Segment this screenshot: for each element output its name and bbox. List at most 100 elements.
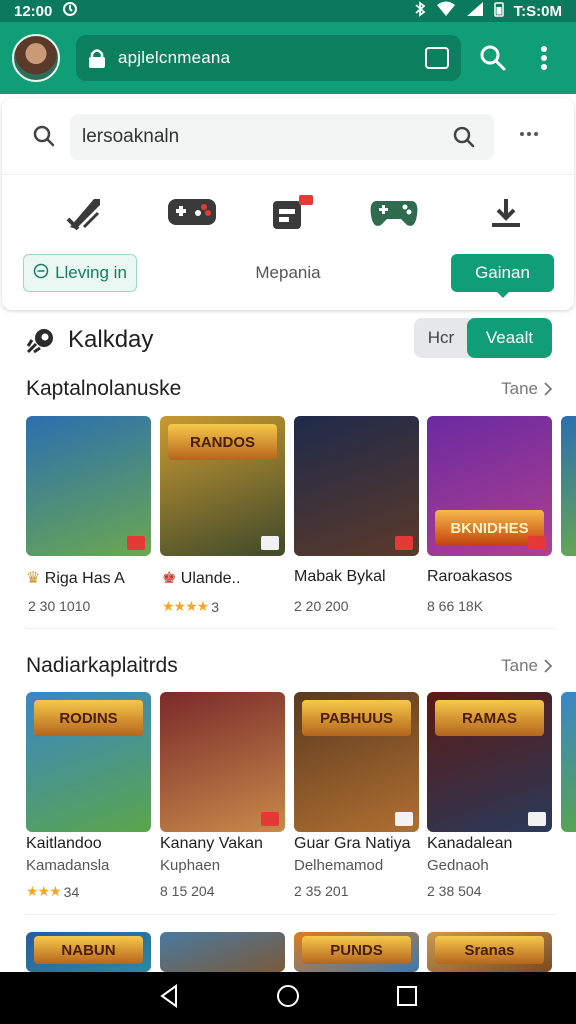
game-title[interactable]: ♚ Ulande.. bbox=[162, 568, 240, 588]
game-tile[interactable] bbox=[160, 932, 285, 972]
game-meta: 2 35 201 bbox=[294, 883, 349, 899]
status-bar: 12:00 T:S:0M bbox=[0, 0, 576, 22]
search-icon[interactable] bbox=[473, 38, 513, 78]
row-more-label: Tane bbox=[501, 656, 538, 675]
avatar[interactable] bbox=[12, 34, 60, 82]
tile-banner: PUNDS bbox=[302, 936, 411, 964]
divider bbox=[26, 914, 556, 915]
download-icon[interactable] bbox=[478, 188, 534, 238]
game-tile[interactable] bbox=[160, 692, 285, 832]
game-tile[interactable]: PABHUUS bbox=[294, 692, 419, 832]
toggle-option-a[interactable]: Hcr bbox=[414, 318, 468, 358]
more-vert-icon[interactable] bbox=[524, 38, 564, 78]
game-title[interactable]: Kanadalean bbox=[427, 835, 512, 853]
game-tile[interactable] bbox=[26, 416, 151, 556]
game-subtitle: Delhemamod bbox=[294, 857, 384, 874]
toggle-option-b[interactable]: Veaalt bbox=[467, 318, 552, 358]
app-bar: apjlelcnmeana bbox=[0, 22, 576, 94]
tile-banner: NABUN bbox=[34, 936, 143, 964]
tabs-icon[interactable] bbox=[424, 47, 449, 69]
tile-banner: RANDOS bbox=[168, 424, 277, 460]
minus-circle-icon bbox=[33, 263, 49, 284]
chip-leveling-label: Lleving in bbox=[55, 263, 127, 282]
battery-icon bbox=[493, 1, 504, 21]
system-nav-bar bbox=[0, 972, 576, 1024]
tile-banner: RAMAS bbox=[435, 700, 544, 736]
bluetooth-icon bbox=[414, 1, 426, 21]
section-header: Kalkday Hcr Veaalt bbox=[0, 316, 576, 362]
chevron-right-icon bbox=[544, 382, 552, 396]
search-input[interactable]: lersoaknaln bbox=[70, 114, 494, 160]
row-title: Kaptalnolanuske bbox=[26, 377, 182, 400]
back-icon[interactable] bbox=[158, 983, 180, 1013]
section-title: Kalkday bbox=[68, 326, 154, 353]
game-meta: 2 38 504 bbox=[427, 883, 482, 899]
star-icons: ★★★★ bbox=[162, 598, 209, 614]
trophy-icon: ♛ bbox=[26, 570, 41, 587]
game-tile-partial[interactable] bbox=[561, 416, 576, 556]
game-tile[interactable]: RODINS bbox=[26, 692, 151, 832]
game-title[interactable]: Mabak Bykal bbox=[294, 568, 386, 586]
game-title[interactable]: Kanany Vakan bbox=[160, 835, 263, 853]
game-tile[interactable]: RAMAS bbox=[427, 692, 552, 832]
row-more-label: Tane bbox=[501, 379, 538, 398]
signal-icon bbox=[466, 1, 484, 21]
star-icons: ★★★ bbox=[26, 883, 62, 899]
search-submit-icon[interactable] bbox=[452, 125, 476, 155]
search-card: lersoaknaln Lleving in Mepania Gainan bbox=[2, 98, 574, 310]
row-title: Nadiarkaplaitrds bbox=[26, 654, 178, 677]
chip-selected-label: Gainan bbox=[475, 263, 530, 282]
game-title[interactable]: Kaitlandoo bbox=[26, 835, 102, 853]
divider bbox=[2, 174, 574, 175]
tile-banner: PABHUUS bbox=[302, 700, 411, 736]
row-header: Kaptalnolanuske Tane bbox=[26, 377, 552, 407]
game-tile[interactable]: BKNIDHES bbox=[427, 416, 552, 556]
game-subtitle: Kamadansla bbox=[26, 857, 110, 874]
url-bar[interactable]: apjlelcnmeana bbox=[76, 35, 461, 81]
game-title[interactable]: ♛ Riga Has A bbox=[26, 568, 125, 588]
store-icon[interactable] bbox=[264, 188, 320, 238]
game-meta: 8 15 204 bbox=[160, 883, 215, 899]
game-tile[interactable]: NABUN bbox=[26, 932, 151, 972]
game-title[interactable]: Raroakasos bbox=[427, 568, 512, 586]
sword-icon[interactable] bbox=[56, 188, 112, 238]
chip-leveling[interactable]: Lleving in bbox=[23, 254, 137, 292]
row-header: Nadiarkaplaitrds Tane bbox=[26, 654, 552, 684]
controller-icon[interactable] bbox=[366, 188, 422, 238]
chip-middle[interactable]: Mepania bbox=[222, 254, 354, 292]
category-icons bbox=[2, 188, 574, 238]
row-more-link[interactable]: Tane bbox=[501, 379, 552, 399]
divider bbox=[26, 628, 556, 629]
game-tile[interactable] bbox=[294, 416, 419, 556]
badge-icon: ♚ bbox=[162, 570, 177, 587]
game-tile[interactable]: Sranas bbox=[427, 932, 552, 972]
lock-icon bbox=[88, 48, 106, 68]
home-icon[interactable] bbox=[276, 984, 300, 1013]
search-row: lersoaknaln bbox=[2, 112, 574, 160]
more-horiz-icon[interactable] bbox=[520, 132, 538, 136]
chip-selected[interactable]: Gainan bbox=[451, 254, 554, 298]
search-query: lersoaknaln bbox=[82, 126, 180, 147]
tile-banner: RODINS bbox=[34, 700, 143, 736]
chip-row: Lleving in Mepania Gainan bbox=[2, 254, 574, 298]
gamepad-icon[interactable] bbox=[164, 188, 220, 238]
recents-icon[interactable] bbox=[396, 985, 418, 1012]
status-time: 12:00 bbox=[14, 2, 53, 20]
row-more-link[interactable]: Tane bbox=[501, 656, 552, 676]
game-tile-partial[interactable] bbox=[561, 692, 576, 832]
game-subtitle: Gednaoh bbox=[427, 857, 489, 874]
rocket-icon bbox=[26, 326, 56, 359]
status-right-time: T:S:0M bbox=[513, 2, 562, 20]
game-title[interactable]: Guar Gra Natiya bbox=[294, 835, 410, 853]
tile-banner: Sranas bbox=[435, 936, 544, 964]
game-rating: ★★★ 34 bbox=[26, 883, 80, 900]
game-tile[interactable]: PUNDS bbox=[294, 932, 419, 972]
chip-middle-label: Mepania bbox=[255, 263, 321, 282]
search-icon[interactable] bbox=[32, 124, 56, 153]
view-toggle: Hcr Veaalt bbox=[414, 318, 552, 358]
alarm-icon bbox=[62, 1, 78, 21]
game-meta: 8 66 18K bbox=[427, 598, 484, 614]
game-tile[interactable]: RANDOS bbox=[160, 416, 285, 556]
game-meta: 2 20 200 bbox=[294, 598, 349, 614]
wifi-icon bbox=[436, 1, 456, 21]
